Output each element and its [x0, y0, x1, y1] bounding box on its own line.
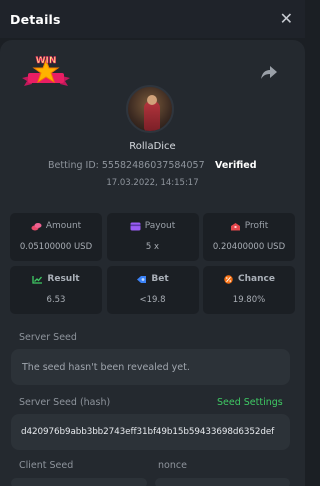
chance-card: Chance 19.80% — [203, 266, 295, 314]
verified-label: Verified — [215, 160, 257, 171]
coins-icon — [31, 222, 42, 230]
amount-value: 0.05100000 USD — [19, 242, 93, 252]
client-seed-label: Client Seed — [19, 460, 74, 471]
nonce-field[interactable] — [155, 478, 290, 486]
payout-label: Payout — [144, 221, 176, 231]
bet-value: <19.8 — [139, 295, 166, 305]
share-icon[interactable] — [260, 64, 278, 80]
server-seed-hash-field[interactable]: d420976b9abb3bb2743eff31bf49b15b59433698… — [11, 414, 290, 450]
bet-date: 17.03.2022, 14:15:17 — [106, 178, 199, 188]
page-title: Details — [10, 11, 61, 27]
win-badge: WIN — [22, 56, 70, 86]
details-header: Details ✕ — [0, 0, 305, 38]
amount-label: Amount — [45, 221, 82, 231]
server-seed-label: Server Seed — [19, 332, 77, 343]
bet-card: Bet <19.8 — [106, 266, 199, 314]
server-seed-hash-label: Server Seed (hash) — [19, 397, 111, 408]
chart-icon — [32, 275, 43, 284]
target-icon — [137, 275, 147, 283]
card-icon — [130, 222, 141, 230]
server-seed-field: The seed hasn't been revealed yet. — [11, 349, 290, 385]
username[interactable]: RollaDice — [0, 141, 305, 152]
profit-label: Profit — [244, 221, 269, 231]
result-value: 6.53 — [46, 295, 66, 305]
profit-card: Profit 0.20400000 USD — [203, 213, 295, 261]
payout-value: 5 x — [145, 242, 160, 252]
chest-icon — [230, 222, 240, 230]
bet-label: Bet — [151, 274, 169, 284]
betting-id: Betting ID: 55582486037584057 — [48, 160, 205, 171]
nonce-label: nonce — [158, 460, 187, 471]
percent-icon — [224, 274, 233, 284]
profit-value: 0.20400000 USD — [212, 242, 286, 252]
result-label: Result — [47, 274, 80, 284]
server-seed-hash-value: d420976b9abb3bb2743eff31bf49b15b59433698… — [21, 427, 275, 437]
close-icon[interactable]: ✕ — [280, 11, 293, 27]
server-seed-value: The seed hasn't been revealed yet. — [22, 361, 190, 373]
win-badge-text: WIN — [36, 56, 57, 66]
seed-settings-link[interactable]: Seed Settings — [217, 397, 283, 408]
chance-label: Chance — [238, 274, 275, 284]
chance-value: 19.80% — [232, 295, 266, 305]
avatar — [126, 85, 174, 133]
stats-grid: Amount 0.05100000 USD Payout 5 x Profit … — [10, 213, 295, 314]
payout-card: Payout 5 x — [106, 213, 199, 261]
client-seed-field[interactable] — [11, 478, 147, 486]
amount-card: Amount 0.05100000 USD — [10, 213, 102, 261]
result-card: Result 6.53 — [10, 266, 102, 314]
